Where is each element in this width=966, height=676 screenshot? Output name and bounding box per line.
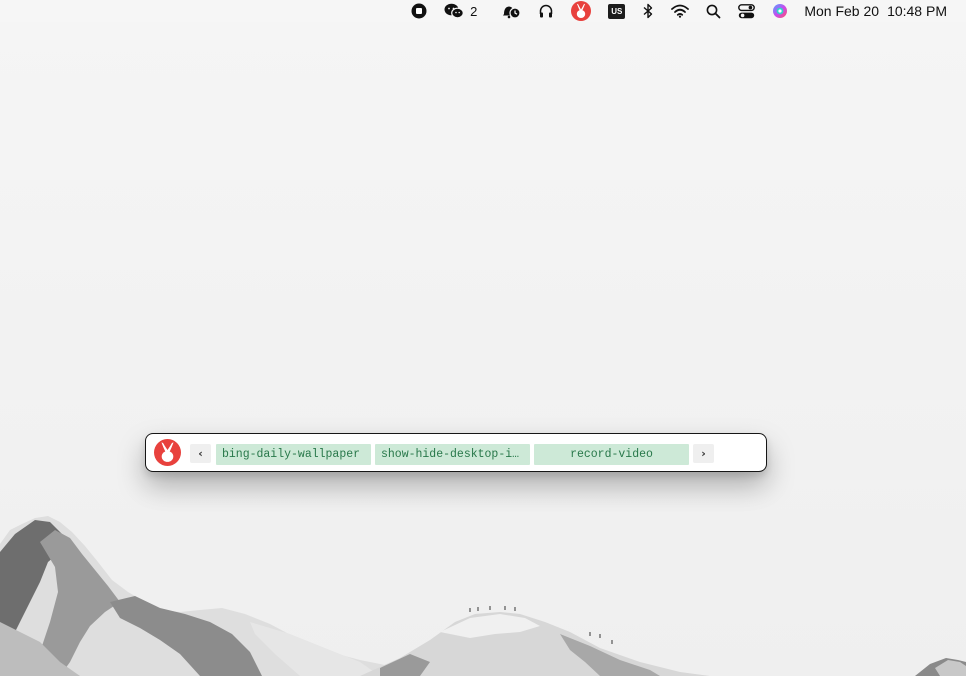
wechat-unread-count: 2 [470,3,478,19]
rabbit-logo-icon[interactable] [154,439,181,466]
input-source-icon: US [608,3,626,19]
menubar-time: 10:48 PM [887,3,947,19]
tab-bing-daily-wallpaper[interactable]: bing-daily-wallpaper [216,444,371,465]
previous-button[interactable]: ‹ [190,444,211,463]
headphones-icon[interactable] [538,0,554,22]
clock[interactable]: Mon Feb 20 10:48 PM [804,0,947,22]
wechat-icon [444,3,465,19]
input-source-menu-item[interactable]: US [608,0,626,22]
desktop-wallpaper [0,22,966,676]
menu-bar: 2 US Mon Feb 20 10:48 PM [0,0,966,22]
wifi-icon[interactable] [671,0,690,22]
raycast-app-icon[interactable] [571,0,592,22]
bell-clock-icon[interactable] [501,0,521,22]
script-launcher-bar: ‹ bing-daily-wallpaper show-hide-desktop… [145,433,767,472]
control-center-icon[interactable] [738,0,756,22]
bluetooth-icon[interactable] [642,0,654,22]
search-icon[interactable] [706,0,721,22]
wechat-menu-item[interactable]: 2 [444,0,477,22]
tab-show-hide-desktop-icons[interactable]: show-hide-desktop-icons [375,444,530,465]
menubar-date: Mon Feb 20 [804,3,880,19]
siri-icon[interactable] [772,0,788,22]
tab-record-video[interactable]: record-video [534,444,689,465]
next-button[interactable]: › [693,444,714,463]
stop-recording-icon[interactable] [411,0,427,22]
